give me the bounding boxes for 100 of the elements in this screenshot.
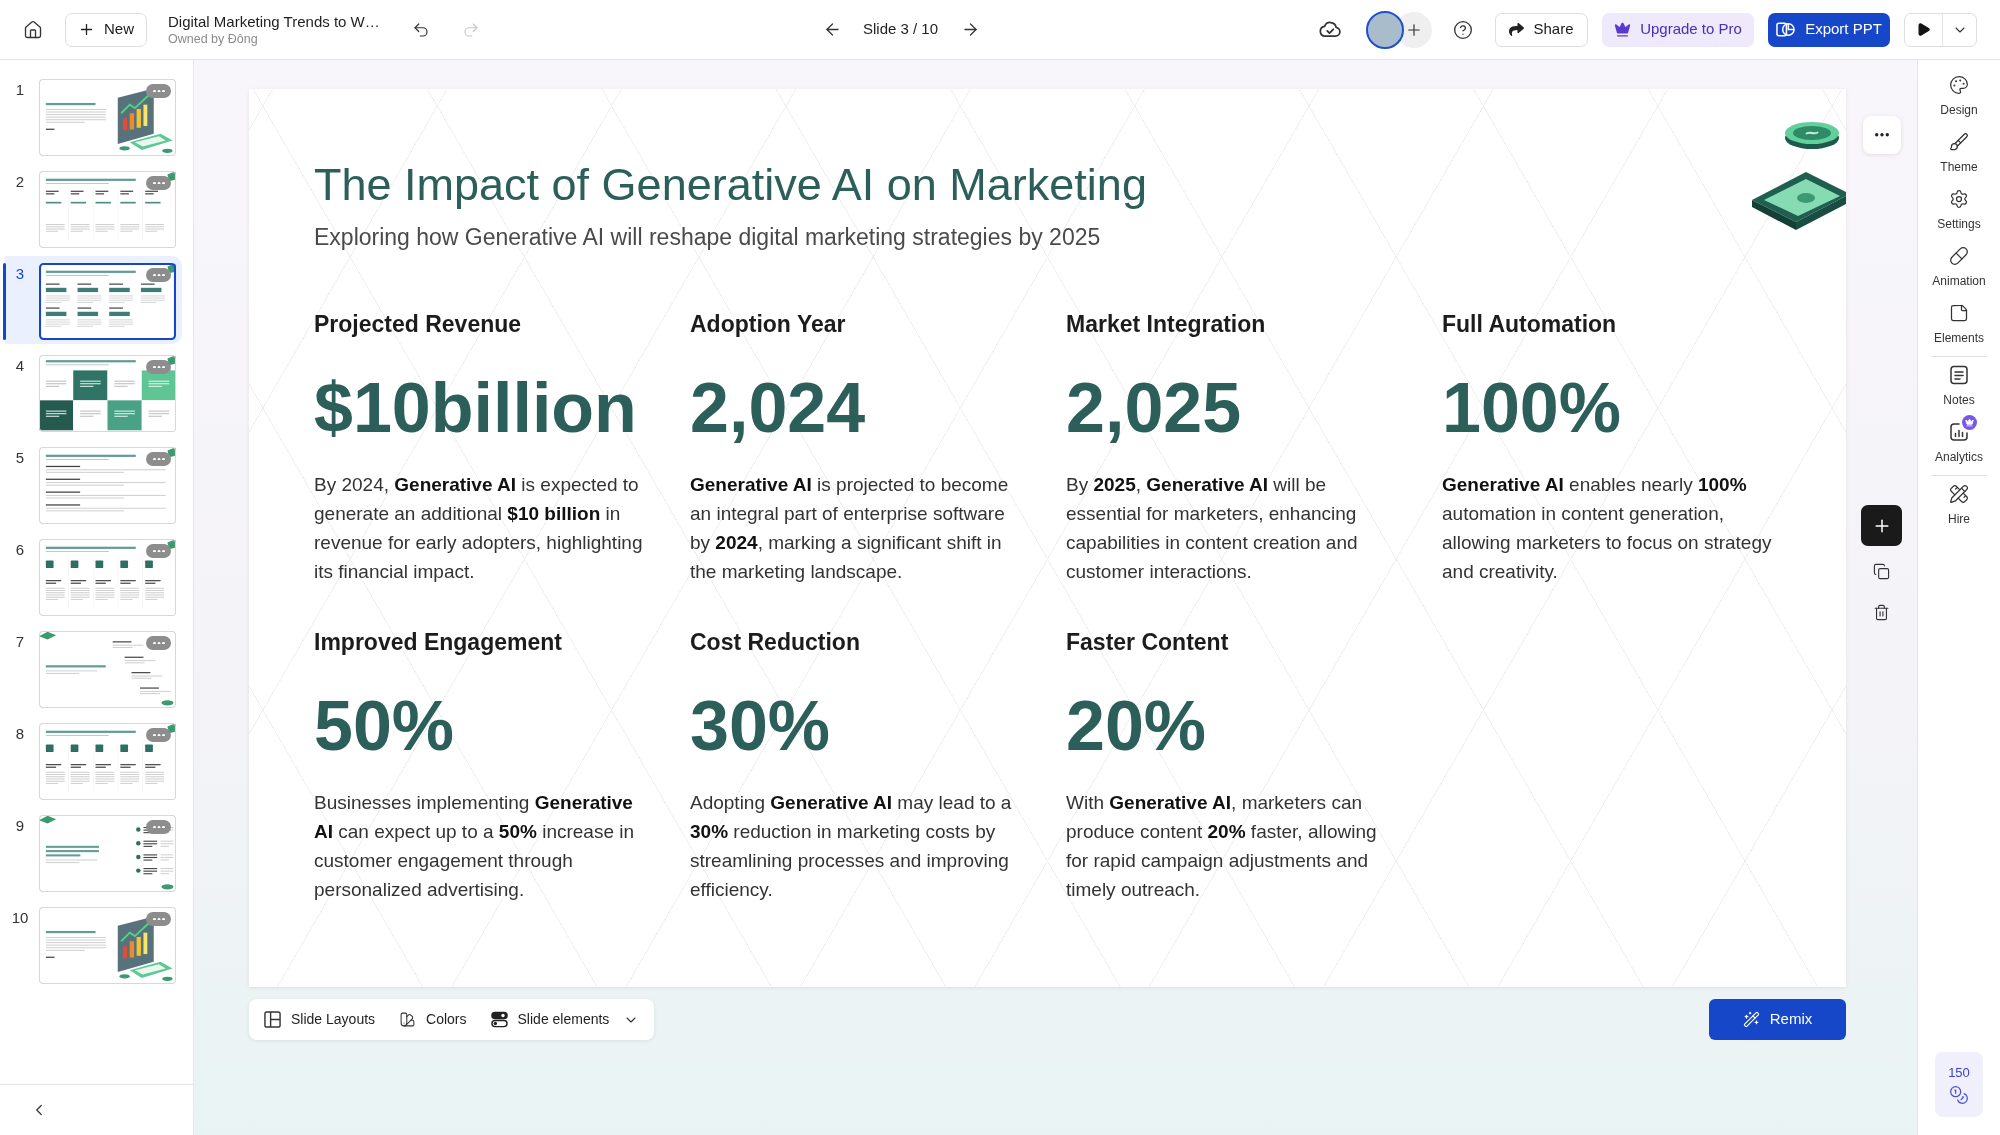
stat-value: 20% — [1066, 686, 1207, 766]
stat-description: With Generative AI, marketers can produce content 20% faster, allowing for rapid campaign adjustments and timely outreach. — [1066, 791, 1378, 902]
stat-value: $10billion — [314, 368, 637, 448]
slide-number: 10 — [10, 908, 30, 928]
settings-icon — [1949, 189, 1969, 209]
ellipsis-icon — [1874, 133, 1889, 137]
stat-heading: Full Automation — [1442, 310, 1617, 339]
ellipsis-icon — [152, 825, 165, 829]
stat-heading: Projected Revenue — [314, 310, 522, 339]
stat-heading: Faster Content — [1066, 628, 1229, 657]
help-icon — [1453, 19, 1473, 40]
tool-button[interactable]: Theme — [1932, 132, 1986, 175]
slide-number: 6 — [14, 540, 26, 560]
presentation-file-icon — [1776, 20, 1796, 39]
capsule-icon — [1949, 246, 1969, 266]
ellipsis-icon — [152, 733, 165, 737]
stat-heading: Cost Reduction — [690, 628, 860, 657]
layout-icon — [264, 1011, 281, 1028]
stat-description: Businesses implementing Generative AI can expect up to a 50% increase in customer engagement through personalized advertising. — [314, 791, 636, 902]
stat-description: By 2024, Generative AI is expected to generate an additional $10 billion in revenue for early adopters, highlighting its financial impact. — [314, 473, 644, 584]
stat-description: Generative AI enables nearly 100% automation in content generation, allowing marketers to focus on strategy and creativity. — [1442, 473, 1772, 584]
magic-wand-icon — [1742, 1011, 1760, 1028]
tool-button[interactable]: Settings — [1932, 189, 1986, 232]
tool-button[interactable]: Hire — [1948, 484, 1970, 527]
more-options-button[interactable] — [146, 728, 171, 742]
stat-description: Adopting Generative AI may lead to a 30% reduction in marketing costs by streamlining processes and improving efficiency. — [690, 791, 1013, 902]
trash-icon — [1873, 603, 1890, 621]
share-button[interactable]: Share — [1495, 12, 1588, 47]
stat-description: By 2025, Generative AI will be essential for marketers, enhancing capabilities in content creation and customer interactions. — [1066, 473, 1359, 584]
ellipsis-icon — [152, 549, 165, 553]
slide-toolbar-button[interactable]: Slide Layouts — [258, 1003, 382, 1036]
more-options-button[interactable] — [146, 84, 171, 98]
slide-toolbar-button[interactable]: Slide elements — [484, 1003, 646, 1036]
tool-button[interactable]: Elements — [1932, 303, 1986, 346]
more-options-button[interactable] — [146, 544, 171, 558]
note-lines-icon — [1949, 365, 1969, 385]
tool-button[interactable]: Design — [1932, 75, 1986, 118]
tool-button[interactable]: Notes — [1935, 365, 1983, 408]
swatch-icon — [399, 1011, 417, 1028]
slide-number: 5 — [14, 448, 26, 468]
slide-list-item[interactable]: 8 — [5, 716, 182, 804]
ellipsis-icon — [152, 181, 165, 185]
slide-list-item[interactable]: 4 — [5, 348, 182, 436]
upgrade-button[interactable]: Upgrade to Pro — [1602, 12, 1754, 47]
slide-toolbar-button[interactable]: Colors — [393, 1003, 473, 1036]
slide-subtitle: Exploring how Generative AI will reshape digital marketing strategies by 2025 — [314, 223, 1101, 252]
share-arrow-icon — [1509, 22, 1525, 37]
toggles-icon — [490, 1011, 508, 1028]
stat-value: 100% — [1442, 368, 1622, 448]
avatar-photo[interactable] — [1366, 10, 1404, 49]
stat-heading: Adoption Year — [690, 310, 846, 339]
more-options-button[interactable] — [146, 452, 171, 466]
tool-button[interactable]: Animation — [1932, 246, 1986, 289]
add-slide-button[interactable] — [1861, 505, 1902, 546]
undo-icon — [412, 20, 430, 39]
slide-number: 8 — [14, 724, 26, 744]
more-options-button[interactable] — [146, 912, 171, 926]
sticky-note-icon — [1949, 303, 1969, 323]
home-icon — [23, 19, 43, 40]
stat-value: 2,024 — [690, 368, 866, 448]
ellipsis-icon — [152, 89, 165, 93]
more-options-button[interactable] — [146, 360, 171, 374]
slide-thumbnail-drawing[interactable] — [39, 263, 176, 340]
stat-value: 50% — [314, 686, 455, 766]
cloud-check-icon — [1319, 21, 1341, 38]
slide-list-item[interactable]: 3 — [5, 256, 182, 344]
stat-value: 30% — [690, 686, 831, 766]
redo-icon — [462, 20, 480, 39]
slide-title: The Impact of Generative AI on Marketing — [314, 158, 1147, 212]
stat-value: 2,025 — [1066, 368, 1242, 448]
copy-icon — [1873, 562, 1890, 580]
more-options-button[interactable] — [146, 820, 171, 834]
remix-button[interactable]: Remix — [1709, 999, 1846, 1040]
more-options-button[interactable] — [146, 176, 171, 190]
pencil-ruler-icon — [1949, 484, 1969, 504]
slide-indicator: Slide 3 / 10 — [863, 19, 939, 40]
slide-list-item[interactable]: 9 — [5, 808, 182, 896]
slide-number: 2 — [14, 172, 26, 192]
slide-list-item[interactable]: 6 — [5, 532, 182, 620]
slide-list-item[interactable]: 7 — [5, 624, 182, 712]
more-options-button[interactable] — [146, 636, 171, 650]
stat-description: Generative AI is projected to become an integral part of enterprise software by 2024, marking a significant shift in the marketing landscape. — [690, 473, 1010, 584]
slide-number: 9 — [14, 816, 26, 836]
play-icon — [1916, 22, 1931, 37]
slide-list-item[interactable]: 1 — [5, 72, 182, 160]
slide-list-item[interactable]: 2 — [5, 164, 182, 252]
ellipsis-icon — [152, 917, 165, 921]
tool-button[interactable]: Analytics — [1935, 415, 1983, 465]
document-title[interactable]: Digital Marketing Trends to W… — [168, 11, 380, 31]
slide-list-item[interactable]: 5 — [5, 440, 182, 528]
more-options-button[interactable] — [146, 268, 171, 282]
plus-icon — [78, 21, 95, 38]
slide-number: 1 — [14, 80, 26, 100]
credits-button[interactable]: 150 — [1935, 1052, 1983, 1117]
ellipsis-icon — [152, 641, 165, 645]
slide-list-item[interactable]: 10 — [5, 900, 182, 988]
new-button[interactable]: New — [65, 12, 147, 47]
slide-number: 7 — [14, 632, 26, 652]
crown-icon — [1614, 21, 1632, 38]
export-button[interactable]: Export PPT — [1768, 12, 1890, 47]
